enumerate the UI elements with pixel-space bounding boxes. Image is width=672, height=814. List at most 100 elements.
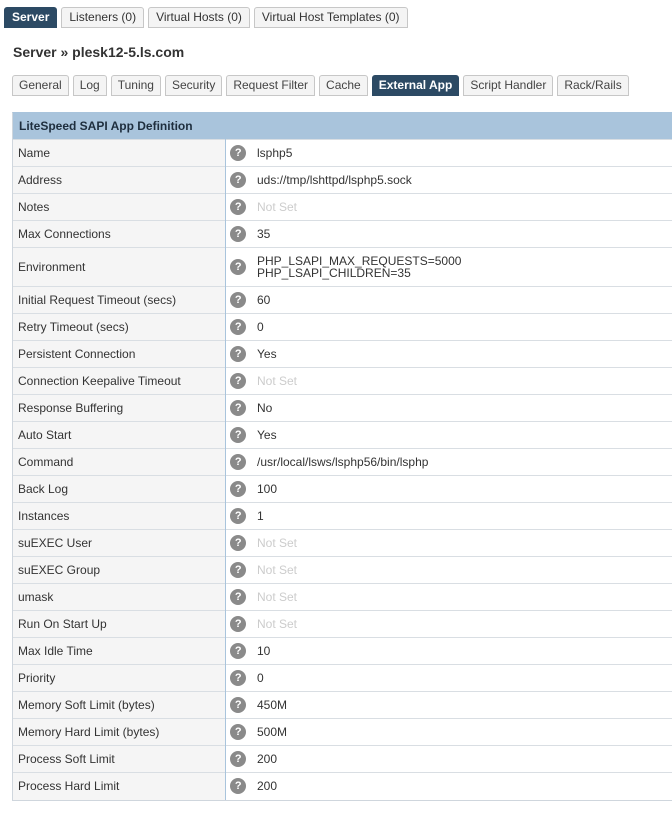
help-cell: ? — [225, 367, 251, 395]
top-tab-virtual-hosts[interactable]: Virtual Hosts (0) — [148, 7, 250, 28]
row-value: 100 — [251, 475, 672, 503]
table-row-memory-soft-limit-bytes: Memory Soft Limit (bytes)? 450M — [13, 691, 672, 719]
help-cell: ? — [225, 313, 251, 341]
help-cell: ? — [225, 166, 251, 194]
help-icon[interactable]: ? — [230, 643, 247, 659]
row-value: No — [251, 394, 672, 422]
row-value: 1 — [251, 502, 672, 530]
help-cell: ? — [225, 691, 251, 719]
not-set-value: Not Set — [257, 590, 298, 604]
row-label: umask — [13, 583, 226, 611]
top-tab-server[interactable]: Server — [4, 7, 58, 28]
row-label: Notes — [13, 193, 226, 221]
help-icon[interactable]: ? — [230, 562, 247, 578]
table-row-auto-start: Auto Start? Yes — [13, 421, 672, 449]
table-row-suexec-group: suEXEC Group? Not Set — [13, 556, 672, 584]
row-label: Name — [13, 139, 226, 167]
help-icon[interactable]: ? — [230, 145, 247, 161]
row-label: Priority — [13, 664, 226, 692]
sub-tab-bar: General Log Tuning Security Request Filter Ca… — [12, 75, 629, 96]
help-cell: ? — [225, 583, 251, 611]
help-icon[interactable]: ? — [230, 670, 247, 686]
table-row-memory-hard-limit-bytes: Memory Hard Limit (bytes)? 500M — [13, 718, 672, 746]
table-row-address: Address? uds://tmp/lshttpd/lsphp5.sock — [13, 166, 672, 194]
value-text: 200 — [257, 779, 278, 794]
help-cell: ? — [225, 220, 251, 248]
help-icon[interactable]: ? — [230, 373, 247, 389]
table-row-back-log: Back Log? 100 — [13, 475, 672, 503]
help-cell: ? — [225, 340, 251, 368]
help-icon[interactable]: ? — [230, 199, 247, 215]
table-row-persistent-connection: Persistent Connection? Yes — [13, 340, 672, 368]
help-icon[interactable]: ? — [230, 172, 247, 188]
value-text: 0 — [257, 671, 264, 685]
tab-script-handler[interactable]: Script Handler — [463, 75, 554, 96]
row-value: 0 — [251, 664, 672, 692]
table-row-notes: Notes? Not Set — [13, 193, 672, 221]
tab-security[interactable]: Security — [164, 75, 223, 96]
row-label: Auto Start — [13, 421, 226, 449]
help-icon[interactable]: ? — [230, 346, 247, 362]
help-icon[interactable]: ? — [230, 697, 247, 713]
help-icon[interactable]: ? — [230, 226, 247, 242]
value-text: No — [257, 401, 273, 415]
row-label: Back Log — [13, 475, 226, 503]
table-row-priority: Priority? 0 — [13, 664, 672, 692]
top-tab-listeners[interactable]: Listeners (0) — [61, 7, 145, 28]
row-label: Connection Keepalive Timeout — [13, 367, 226, 395]
tab-log[interactable]: Log — [72, 75, 107, 96]
tab-external-app[interactable]: External App — [371, 75, 460, 96]
help-cell: ? — [225, 664, 251, 692]
help-icon[interactable]: ? — [230, 535, 247, 551]
value-text: /usr/local/lsws/lsphp56/bin/lsphp — [257, 455, 429, 469]
help-icon[interactable]: ? — [230, 589, 247, 605]
help-icon[interactable]: ? — [230, 400, 247, 416]
help-cell: ? — [225, 448, 251, 476]
row-label: Max Connections — [13, 220, 226, 248]
table-row-initial-request-timeout-secs: Initial Request Timeout (secs)? 60 — [13, 286, 672, 314]
sapi-app-definition-panel: LiteSpeed SAPI App Definition Name? lsphp… — [12, 112, 672, 801]
help-icon[interactable]: ? — [230, 427, 247, 443]
table-row-run-on-start-up: Run On Start Up? Not Set — [13, 610, 672, 638]
value-text: Yes — [257, 347, 277, 361]
top-tab-virtual-host-templates[interactable]: Virtual Host Templates (0) — [253, 7, 408, 28]
row-value: Not Set — [251, 367, 672, 395]
help-cell: ? — [225, 502, 251, 530]
tab-tuning[interactable]: Tuning — [110, 75, 161, 96]
help-icon[interactable]: ? — [230, 481, 247, 497]
table-row-suexec-user: suEXEC User? Not Set — [13, 529, 672, 557]
help-icon[interactable]: ? — [230, 319, 247, 335]
row-label: suEXEC Group — [13, 556, 226, 584]
row-value: Not Set — [251, 529, 672, 557]
help-icon[interactable]: ? — [230, 724, 247, 740]
row-value: uds://tmp/lshttpd/lsphp5.sock — [251, 166, 672, 194]
table-row-command: Command? /usr/local/lsws/lsphp56/bin/lsph… — [13, 448, 672, 476]
tab-request-filter[interactable]: Request Filter — [226, 75, 316, 96]
help-icon[interactable]: ? — [230, 778, 247, 795]
tab-cache[interactable]: Cache — [319, 75, 368, 96]
value-text: 1 — [257, 509, 264, 523]
row-label: Environment — [13, 247, 226, 287]
value-text: uds://tmp/lshttpd/lsphp5.sock — [257, 173, 412, 187]
value-text: lsphp5 — [257, 146, 293, 160]
table-row-retry-timeout-secs: Retry Timeout (secs)? 0 — [13, 313, 672, 341]
help-icon[interactable]: ? — [230, 508, 247, 524]
help-icon[interactable]: ? — [230, 259, 247, 275]
help-cell: ? — [225, 772, 251, 800]
help-cell: ? — [225, 286, 251, 314]
help-icon[interactable]: ? — [230, 454, 247, 470]
row-value: Yes — [251, 340, 672, 368]
value-text: 450M — [257, 698, 288, 712]
value-text: 100 — [257, 482, 278, 496]
tab-rack-rails[interactable]: Rack/Rails — [557, 75, 629, 96]
table-row-max-idle-time: Max Idle Time? 10 — [13, 637, 672, 665]
not-set-value: Not Set — [257, 374, 298, 388]
tab-general[interactable]: General — [12, 75, 69, 96]
row-value: lsphp5 — [251, 139, 672, 167]
help-icon[interactable]: ? — [230, 751, 247, 767]
help-icon[interactable]: ? — [230, 616, 247, 632]
not-set-value: Not Set — [257, 563, 298, 577]
table-row-response-buffering: Response Buffering? No — [13, 394, 672, 422]
row-label: Run On Start Up — [13, 610, 226, 638]
help-icon[interactable]: ? — [230, 292, 247, 308]
